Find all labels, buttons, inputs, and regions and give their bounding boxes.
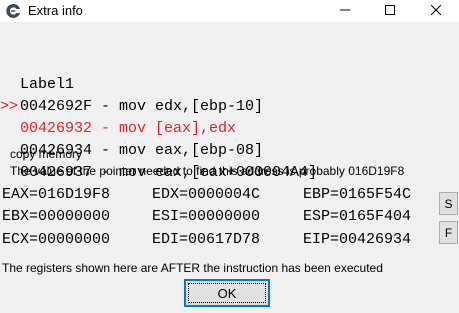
copy-memory-link[interactable]: copy memory [10,147,82,161]
title-bar: Extra info [0,0,459,22]
maximize-button[interactable] [367,0,413,22]
disasm-line: Label1 [0,30,74,93]
register-ebp[interactable]: EBP=0165F54C [303,184,411,206]
register-eax[interactable]: EAX=016D19F8 [2,184,110,206]
registers-note: The registers shown here are AFTER the i… [2,261,383,275]
register-edx[interactable]: EDX=0000004C [152,184,260,206]
close-icon [430,2,442,20]
disasm-line: 00426934 - mov eax,[ebp-08] [0,96,263,159]
disasm-line: 0042692F - mov edx,[ebp-10] [0,52,263,115]
minimize-button[interactable] [322,0,368,22]
focus-rect [188,283,266,303]
register-esp[interactable]: ESP=0165F404 [303,206,411,228]
disasm-line-current: >> 00426932 - mov [eax],edx [0,74,236,137]
pointer-info: The value of the pointer needed to find … [10,164,405,178]
maximize-icon [385,2,395,20]
disasm-line: 00426937 - mov eax,[eax+000004A4] [0,118,317,181]
register-ecx[interactable]: ECX=00000000 [2,229,110,251]
register-edi[interactable]: EDI=00617D78 [152,229,260,251]
disasm-text: 00426932 - mov [eax],edx [20,120,237,137]
ok-button[interactable]: OK [184,279,270,307]
register-eip[interactable]: EIP=00426934 [303,229,411,251]
register-esi[interactable]: ESI=00000000 [152,206,260,228]
minimize-icon [340,2,350,20]
register-ebx[interactable]: EBX=00000000 [2,206,110,228]
f-button[interactable]: F [439,221,458,244]
s-button[interactable]: S [439,192,458,215]
window-title: Extra info [28,3,83,18]
cheat-engine-icon [6,3,22,19]
close-button[interactable] [413,0,459,22]
disasm-text: 0042692F - mov edx,[ebp-10] [20,98,264,115]
